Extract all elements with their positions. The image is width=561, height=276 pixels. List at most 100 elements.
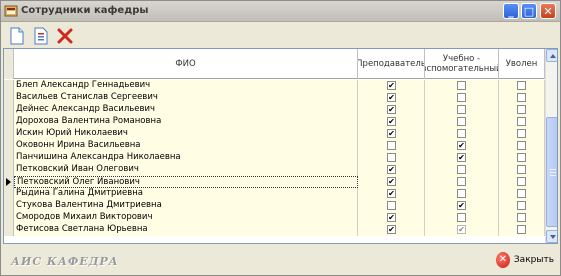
- table-row[interactable]: Панчишина Александра Николаевна: [4, 152, 545, 164]
- cell-fio[interactable]: Васильев Станислав Сергеевич: [14, 92, 358, 104]
- maximize-button[interactable]: □: [521, 3, 537, 19]
- assistant-checkbox[interactable]: [457, 93, 466, 102]
- fired-checkbox[interactable]: [517, 201, 526, 210]
- delete-employee-button[interactable]: [55, 26, 75, 46]
- teacher-checkbox[interactable]: [387, 141, 396, 150]
- fired-checkbox[interactable]: [517, 177, 526, 186]
- scroll-thumb[interactable]: [546, 117, 557, 227]
- row-indicator[interactable]: [4, 176, 14, 188]
- fired-checkbox[interactable]: [517, 153, 526, 162]
- table-row[interactable]: Петковский Олег Иванович: [4, 176, 545, 188]
- row-indicator[interactable]: [4, 164, 14, 176]
- assistant-checkbox[interactable]: [457, 165, 466, 174]
- fired-checkbox[interactable]: [517, 225, 526, 234]
- row-indicator[interactable]: [4, 140, 14, 152]
- table-row[interactable]: Блеп Александр Геннадьевич: [4, 80, 545, 92]
- cell-assistant: [425, 92, 499, 104]
- assistant-checkbox[interactable]: [457, 81, 466, 90]
- cell-fio[interactable]: Дейнес Александр Васильевич: [14, 104, 358, 116]
- fired-checkbox[interactable]: [517, 141, 526, 150]
- column-header-teacher[interactable]: Преподаватель: [358, 49, 425, 79]
- row-indicator[interactable]: [4, 224, 14, 236]
- row-indicator[interactable]: [4, 128, 14, 140]
- teacher-checkbox[interactable]: [387, 105, 396, 114]
- title-bar[interactable]: Сотрудники кафедры _ □ ✕: [1, 1, 560, 22]
- column-header-assistant[interactable]: Учебно - вспомогательный: [425, 49, 499, 79]
- assistant-checkbox[interactable]: [457, 153, 466, 162]
- fired-checkbox[interactable]: [517, 93, 526, 102]
- table-row[interactable]: Фетисова Светлана Юрьевна: [4, 224, 545, 236]
- fired-checkbox[interactable]: [517, 105, 526, 114]
- scroll-up-button[interactable]: [546, 49, 557, 62]
- row-indicator[interactable]: [4, 212, 14, 224]
- cell-fio[interactable]: Смородов Михаил Викторович: [14, 212, 358, 224]
- table-row[interactable]: Оковонн Ирина Васильевна: [4, 140, 545, 152]
- row-indicator[interactable]: [4, 92, 14, 104]
- fired-checkbox[interactable]: [517, 189, 526, 198]
- teacher-checkbox[interactable]: [387, 225, 396, 234]
- table-row[interactable]: Рыдина Галина Дмитриевна: [4, 188, 545, 200]
- assistant-checkbox[interactable]: [457, 225, 466, 234]
- teacher-checkbox[interactable]: [387, 129, 396, 138]
- vertical-scrollbar[interactable]: [545, 49, 557, 243]
- teacher-checkbox[interactable]: [387, 165, 396, 174]
- teacher-checkbox[interactable]: [387, 93, 396, 102]
- edit-employee-button[interactable]: [31, 26, 51, 46]
- cell-fio[interactable]: Петковский Иван Олегович: [14, 164, 358, 176]
- teacher-checkbox[interactable]: [387, 81, 396, 90]
- toolbar: [3, 24, 558, 48]
- table-row[interactable]: Стукова Валентина Дмитриевна: [4, 200, 545, 212]
- column-header-fio[interactable]: ФИО: [14, 49, 358, 79]
- add-employee-button[interactable]: [7, 26, 27, 46]
- fired-checkbox[interactable]: [517, 129, 526, 138]
- assistant-checkbox[interactable]: [457, 177, 466, 186]
- row-indicator[interactable]: [4, 80, 14, 92]
- row-indicator[interactable]: [4, 188, 14, 200]
- table-row[interactable]: Дорохова Валентина Романовна: [4, 116, 545, 128]
- close-button[interactable]: ✕ Закрыть: [496, 250, 554, 270]
- cell-fio[interactable]: Петковский Олег Иванович: [14, 176, 358, 188]
- cell-fio[interactable]: Искин Юрий Николаевич: [14, 128, 358, 140]
- cell-fio[interactable]: Блеп Александр Геннадьевич: [14, 80, 358, 92]
- table-row[interactable]: Искин Юрий Николаевич: [4, 128, 545, 140]
- table-row[interactable]: Петковский Иван Олегович: [4, 164, 545, 176]
- assistant-checkbox[interactable]: [457, 189, 466, 198]
- teacher-checkbox[interactable]: [387, 189, 396, 198]
- table-row[interactable]: Дейнес Александр Васильевич: [4, 104, 545, 116]
- cell-fio[interactable]: Панчишина Александра Николаевна: [14, 152, 358, 164]
- cell-fio[interactable]: Фетисова Светлана Юрьевна: [14, 224, 358, 236]
- assistant-checkbox[interactable]: [457, 117, 466, 126]
- fired-checkbox[interactable]: [517, 117, 526, 126]
- cell-fio[interactable]: Дорохова Валентина Романовна: [14, 116, 358, 128]
- assistant-checkbox[interactable]: [457, 213, 466, 222]
- close-window-button[interactable]: ✕: [540, 3, 556, 19]
- assistant-checkbox[interactable]: [457, 201, 466, 210]
- teacher-checkbox[interactable]: [387, 177, 396, 186]
- assistant-checkbox[interactable]: [457, 141, 466, 150]
- fired-checkbox[interactable]: [517, 165, 526, 174]
- table-row[interactable]: Васильев Станислав Сергеевич: [4, 92, 545, 104]
- assistant-checkbox[interactable]: [457, 105, 466, 114]
- cell-fired: [499, 140, 545, 152]
- row-indicator[interactable]: [4, 104, 14, 116]
- row-indicator[interactable]: [4, 116, 14, 128]
- cell-fio[interactable]: Оковонн Ирина Васильевна: [14, 140, 358, 152]
- cell-fired: [499, 92, 545, 104]
- teacher-checkbox[interactable]: [387, 117, 396, 126]
- fired-checkbox[interactable]: [517, 213, 526, 222]
- row-indicator[interactable]: [4, 152, 14, 164]
- row-indicator[interactable]: [4, 200, 14, 212]
- employees-grid[interactable]: ФИО Преподаватель Учебно - вспомогательн…: [3, 48, 558, 244]
- cell-fio[interactable]: Стукова Валентина Дмитриевна: [14, 200, 358, 212]
- column-header-fired[interactable]: Уволен: [499, 49, 545, 79]
- fired-checkbox[interactable]: [517, 81, 526, 90]
- scroll-down-button[interactable]: [546, 230, 557, 243]
- teacher-checkbox[interactable]: [387, 213, 396, 222]
- minimize-button[interactable]: _: [503, 3, 519, 19]
- assistant-checkbox[interactable]: [457, 129, 466, 138]
- cell-fio[interactable]: Рыдина Галина Дмитриевна: [14, 188, 358, 200]
- teacher-checkbox[interactable]: [387, 201, 396, 210]
- table-row[interactable]: Смородов Михаил Викторович: [4, 212, 545, 224]
- teacher-checkbox[interactable]: [387, 153, 396, 162]
- edit-document-icon: [34, 27, 48, 45]
